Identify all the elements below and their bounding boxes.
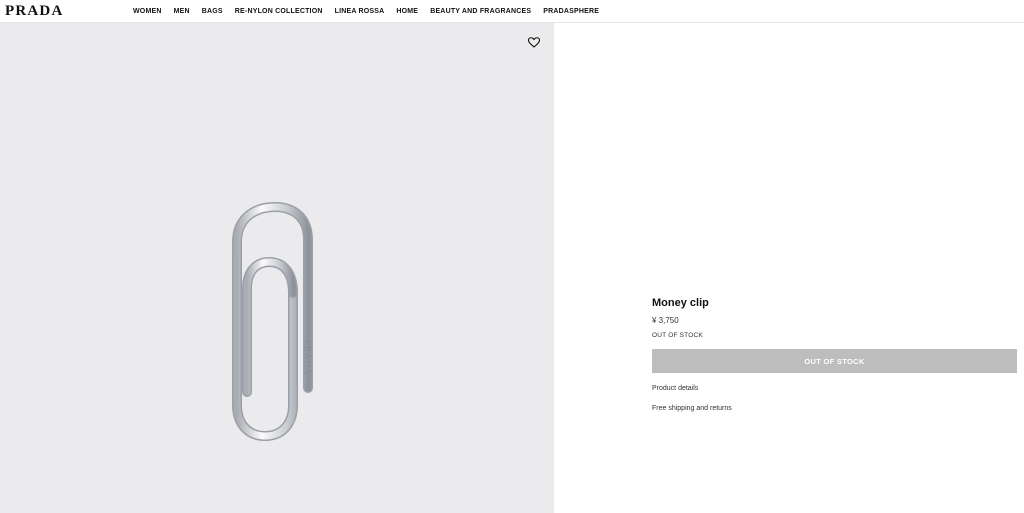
prada-logo[interactable]: PRADA [5, 3, 64, 19]
product-title: Money clip [652, 297, 709, 309]
nav-item-re-nylon-collection[interactable]: RE-NYLON COLLECTION [235, 8, 323, 15]
product-info: Money clip ¥ 3,750 OUT OF STOCK OUT OF S… [652, 296, 1017, 413]
heart-outline-icon[interactable] [528, 37, 540, 48]
free-shipping-link[interactable]: Free shipping and returns [652, 404, 1017, 413]
product-price: ¥ 3,750 [652, 316, 679, 325]
nav-item-pradasphere[interactable]: PRADASPHERE [543, 8, 599, 15]
main-nav: WOMEN MEN BAGS RE-NYLON COLLECTION LINEA… [133, 0, 611, 23]
clip-engraving: PRADA [302, 340, 312, 376]
nav-item-women[interactable]: WOMEN [133, 8, 162, 15]
nav-item-bags[interactable]: BAGS [202, 8, 223, 15]
stock-status: OUT OF STOCK [652, 332, 703, 339]
nav-item-home[interactable]: HOME [396, 8, 418, 15]
nav-item-men[interactable]: MEN [174, 8, 190, 15]
top-navigation-bar: PRADA WOMEN MEN BAGS RE-NYLON COLLECTION… [0, 0, 1024, 23]
nav-item-linea-rossa[interactable]: LINEA ROSSA [335, 8, 385, 15]
money-clip-image: PRADA [232, 201, 313, 442]
out-of-stock-button[interactable]: OUT OF STOCK [652, 349, 1017, 373]
nav-item-beauty-and-fragrances[interactable]: BEAUTY AND FRAGRANCES [430, 8, 531, 15]
product-details-link[interactable]: Product details [652, 384, 1017, 393]
